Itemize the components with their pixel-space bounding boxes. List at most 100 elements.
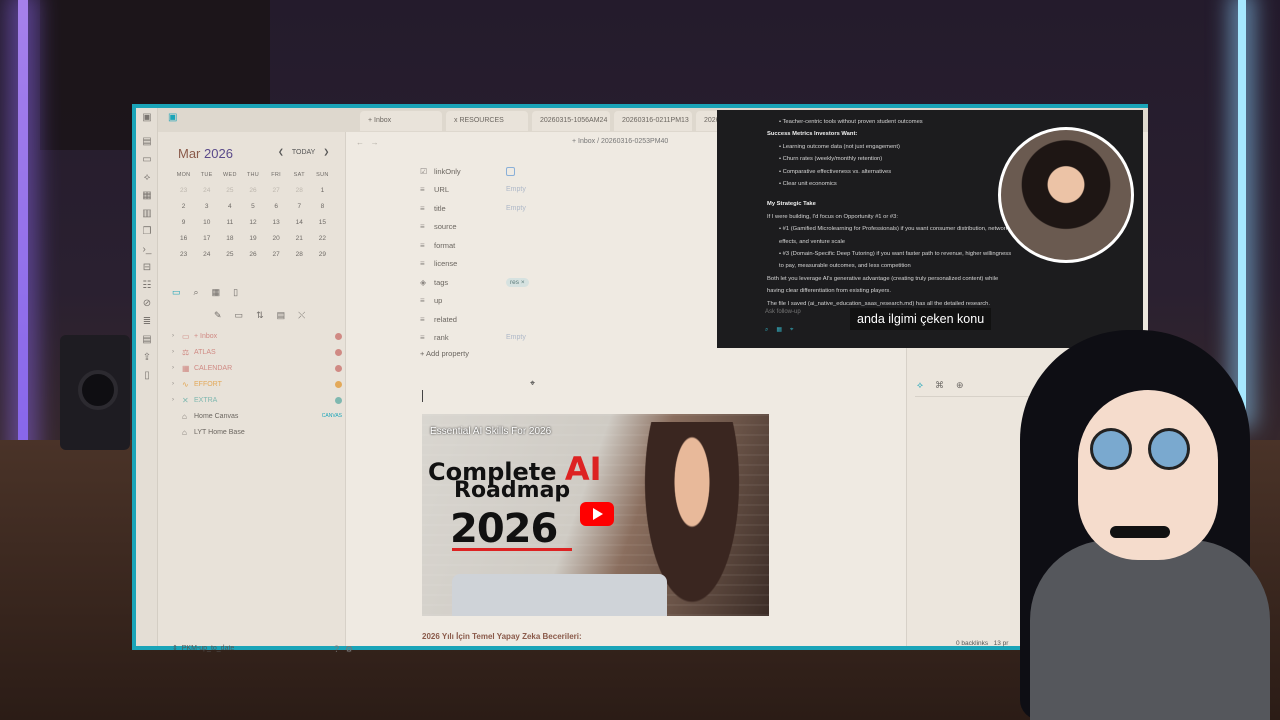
tab-note-2[interactable]: 20260316-0211PM13	[614, 111, 692, 131]
help-icon[interactable]: ?	[334, 644, 339, 655]
new-note-icon[interactable]: ✎	[214, 310, 222, 321]
calendar-day[interactable]: 22	[311, 235, 334, 242]
close-all-icon[interactable]: ⤬	[298, 310, 305, 321]
chevron-right-icon[interactable]: ›	[172, 349, 182, 355]
calendar-day[interactable]: 12	[241, 219, 264, 226]
calendar-day[interactable]: 28	[288, 251, 311, 258]
property-value[interactable]: Empty	[506, 334, 526, 341]
list-icon[interactable]: ≣	[136, 312, 158, 330]
calendar-day[interactable]: 14	[288, 219, 311, 226]
calendar-day[interactable]: 13	[265, 219, 288, 226]
tree-item[interactable]: › ∿ EFFORT	[172, 376, 342, 392]
calendar-day[interactable]: 26	[241, 187, 264, 194]
property-row[interactable]: ≡ URL Empty	[420, 181, 740, 200]
property-row[interactable]: ≡ rank Empty	[420, 329, 740, 348]
calendar-day[interactable]: 8	[311, 203, 334, 210]
bookmark-grid-icon[interactable]: ▦	[212, 287, 221, 298]
calendar-day[interactable]: 10	[195, 219, 218, 226]
today-button[interactable]: TODAY	[292, 149, 315, 156]
calendar-day[interactable]: 18	[218, 235, 241, 242]
calendar-day[interactable]: 11	[218, 219, 241, 226]
folder-icon[interactable]: ▭	[172, 287, 181, 298]
board-icon[interactable]: ☷	[136, 276, 158, 294]
tree-item[interactable]: ⌂ Home Canvas CANVAS	[172, 408, 342, 424]
calendar-day[interactable]: 6	[265, 203, 288, 210]
calendar-day[interactable]: 28	[288, 187, 311, 194]
tab-resources[interactable]: x RESOURCES	[446, 111, 528, 131]
calendar-day[interactable]: 5	[241, 203, 264, 210]
calendar-day[interactable]: 27	[265, 187, 288, 194]
calendar-day[interactable]: 1	[311, 187, 334, 194]
calendar-day[interactable]: 16	[172, 235, 195, 242]
property-row[interactable]: ◈ tags res ×	[420, 273, 740, 292]
outgoing-links-icon[interactable]: ⊕	[956, 380, 964, 391]
property-row[interactable]: ≡ related	[420, 310, 740, 329]
video-thumbnail[interactable]: Essential AI Skills For 2026 Complete AI…	[422, 414, 769, 616]
calendar-day[interactable]: 23	[172, 251, 195, 258]
sort-icon[interactable]: ⇅	[256, 310, 264, 321]
youtube-play-icon[interactable]	[580, 502, 614, 526]
calendar-day[interactable]: 25	[218, 187, 241, 194]
new-folder-icon[interactable]: ▭	[235, 310, 244, 321]
tree-item[interactable]: › ▦ CALENDAR	[172, 360, 342, 376]
calendar-day[interactable]: 20	[265, 235, 288, 242]
calendar-day[interactable]: 15	[311, 219, 334, 226]
note-icon[interactable]: ▭	[136, 150, 158, 168]
calendar-day[interactable]: 2	[172, 203, 195, 210]
chevron-right-icon[interactable]: ❯	[323, 148, 329, 156]
collapse-icon[interactable]: ▤	[277, 310, 286, 321]
checkbox[interactable]	[506, 166, 515, 176]
calendar-icon[interactable]: ▥	[136, 204, 158, 222]
calendar-day[interactable]: 27	[265, 251, 288, 258]
tab-inbox[interactable]: + Inbox	[360, 111, 442, 131]
calendar-day[interactable]: 3	[195, 203, 218, 210]
calendar-day[interactable]: 9	[172, 219, 195, 226]
calendar-day[interactable]: 21	[288, 235, 311, 242]
nav-arrows[interactable]: ← →	[356, 138, 379, 147]
tab-note-1[interactable]: 20260315-1056AM24	[532, 111, 610, 131]
property-value[interactable]: Empty	[506, 205, 526, 212]
property-row[interactable]: ≡ format	[420, 236, 740, 255]
search-icon[interactable]: ⌕	[194, 287, 199, 298]
calendar-tab-icon[interactable]: ▣	[168, 112, 177, 123]
graph-view-icon[interactable]: ⟡	[917, 380, 923, 391]
calendar-day[interactable]: 25	[218, 251, 241, 258]
calendar-day[interactable]: 4	[218, 203, 241, 210]
breadcrumb[interactable]: + Inbox / 20260316-0253PM40	[572, 138, 668, 145]
chevron-left-icon[interactable]: ❮	[278, 148, 284, 156]
calendar-day[interactable]: 19	[241, 235, 264, 242]
property-row[interactable]: ≡ license	[420, 255, 740, 274]
tree-item[interactable]: › ▭ + Inbox	[172, 328, 342, 344]
property-row[interactable]: ☑ linkOnly	[420, 162, 740, 181]
copy-icon[interactable]: ❐	[136, 222, 158, 240]
add-property-button[interactable]: + Add property	[420, 349, 740, 358]
tree-item[interactable]: › ⚖ ATLAS	[172, 344, 342, 360]
backlinks-icon[interactable]: ⌘	[935, 380, 944, 391]
attach-icon[interactable]: ⌖	[790, 324, 793, 336]
grid-icon[interactable]: ▦	[136, 186, 158, 204]
chevron-right-icon[interactable]: ›	[172, 333, 182, 339]
slash-icon[interactable]: ⊘	[136, 294, 158, 312]
chevron-right-icon[interactable]: ›	[172, 397, 182, 403]
property-row[interactable]: ≡ title Empty	[420, 199, 740, 218]
search-mode-icon[interactable]: ⌕	[765, 324, 768, 336]
vault-switcher[interactable]: ⇕ PKM-up_to_date	[172, 644, 234, 652]
chevron-right-icon[interactable]: ›	[172, 365, 182, 371]
export-icon[interactable]: ⇪	[136, 348, 158, 366]
calendar-day[interactable]: 23	[172, 187, 195, 194]
files-icon[interactable]: ▤	[136, 132, 158, 150]
page-icon[interactable]: ▯	[233, 287, 238, 298]
tree-item[interactable]: › ✕ EXTRA	[172, 392, 342, 408]
calendar-day[interactable]: 29	[311, 251, 334, 258]
property-row[interactable]: ≡ up	[420, 292, 740, 311]
property-row[interactable]: ≡ source	[420, 218, 740, 237]
chevron-right-icon[interactable]: ›	[172, 381, 182, 387]
calendar-day[interactable]: 7	[288, 203, 311, 210]
graph-icon[interactable]: ⟡	[136, 168, 158, 186]
table-icon[interactable]: ▤	[136, 330, 158, 348]
sidebar-toggle-icon[interactable]: ▣	[136, 108, 158, 126]
terminal-icon[interactable]: ›_	[136, 240, 158, 258]
calendar-day[interactable]: 26	[241, 251, 264, 258]
calendar-day[interactable]: 24	[195, 251, 218, 258]
database-icon[interactable]: ⊟	[136, 258, 158, 276]
